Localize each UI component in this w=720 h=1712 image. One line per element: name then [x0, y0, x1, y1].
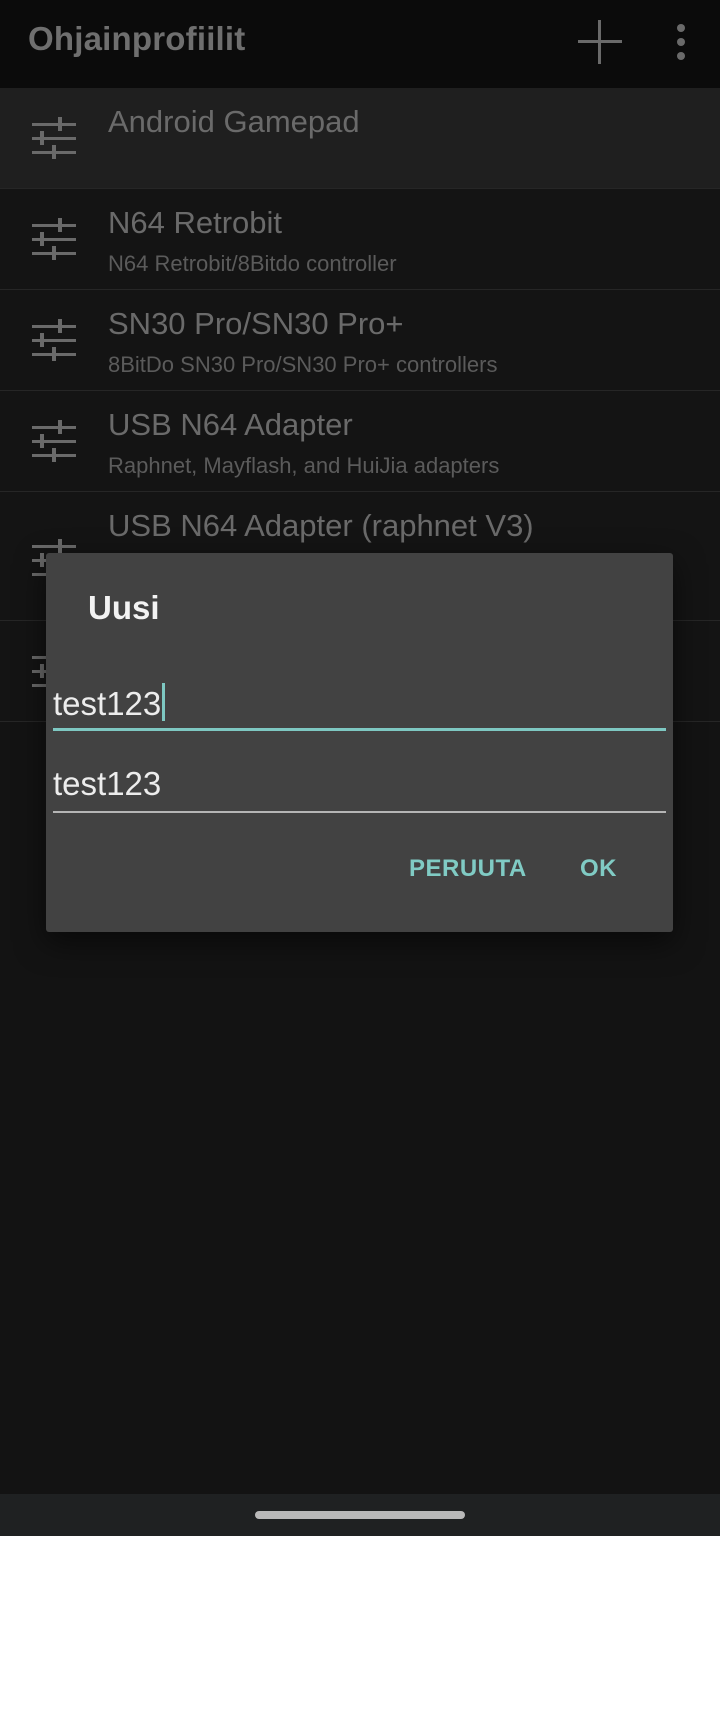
profile-name-value: test123 [53, 683, 166, 723]
profile-name-input[interactable]: test123 [53, 683, 666, 731]
input-underline [53, 811, 666, 813]
ok-button[interactable]: OK [570, 849, 627, 889]
profile-description-input[interactable]: test123 [53, 765, 666, 813]
system-navigation-bar [0, 1494, 720, 1536]
home-gesture-handle[interactable] [255, 1511, 465, 1519]
profile-description-value: test123 [53, 765, 162, 802]
new-profile-dialog: Uusi test123 test123 PERUUTA OK [46, 553, 673, 932]
dialog-title: Uusi [88, 589, 160, 626]
app-screen: Ohjainprofiilit Android Gamepad N64 Retr… [0, 0, 720, 1536]
focused-underline [53, 728, 666, 731]
text-caret [162, 683, 166, 721]
cancel-button[interactable]: PERUUTA [399, 849, 537, 889]
